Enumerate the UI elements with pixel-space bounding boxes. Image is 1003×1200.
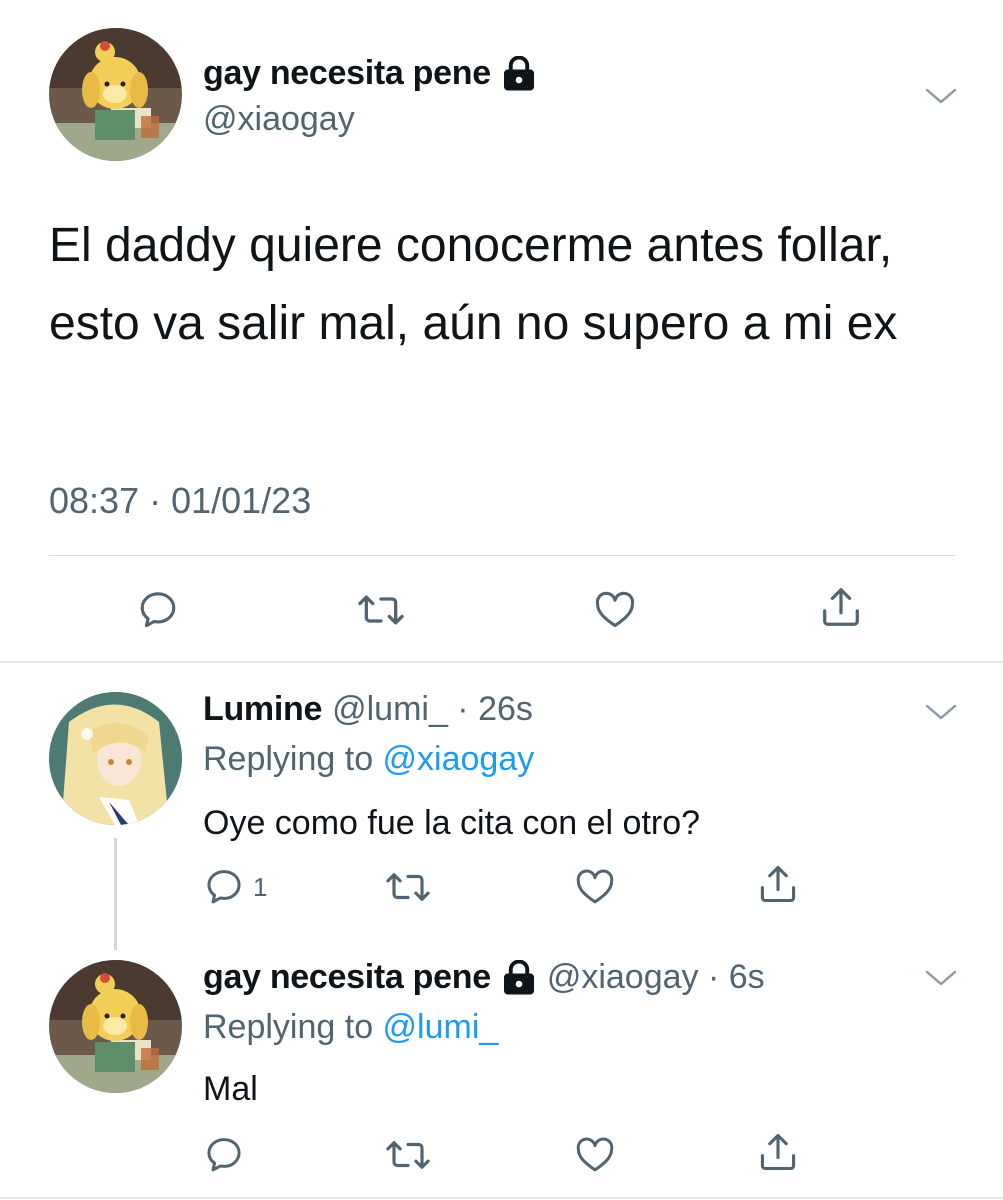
reply-icon — [140, 592, 176, 628]
retweet-icon — [358, 595, 404, 625]
replying-prefix: Replying to — [203, 740, 383, 778]
avatar[interactable] — [49, 28, 182, 161]
like-button[interactable] — [574, 1134, 616, 1176]
retweet-button[interactable] — [385, 866, 431, 908]
tweet-text: El daddy quiere conocerme antes follar, … — [49, 219, 898, 350]
display-name[interactable]: gay necesita pene — [203, 958, 491, 997]
reply-count: 1 — [253, 871, 268, 902]
handle-and-time[interactable]: @xiaogay · 6s — [547, 958, 765, 997]
replying-to-mention[interactable]: @xiaogay — [383, 740, 535, 778]
chevron-down-icon[interactable] — [924, 86, 958, 106]
replying-prefix: Replying to — [203, 1008, 383, 1046]
display-name[interactable]: Lumine — [203, 690, 322, 729]
tweet-timestamp[interactable]: 08:37 · 01/01/23 — [49, 480, 311, 522]
avatar[interactable] — [49, 960, 182, 1093]
handle-and-time[interactable]: @lumi_ · 26s — [332, 690, 533, 729]
divider — [0, 661, 1003, 663]
lock-icon — [503, 959, 534, 994]
isabelle-avatar-image — [49, 28, 182, 161]
retweet-button[interactable] — [385, 1134, 431, 1176]
user-handle[interactable]: @xiaogay — [203, 100, 355, 139]
display-name-text: gay necesita pene — [203, 54, 491, 92]
chevron-down-icon[interactable] — [924, 968, 958, 988]
tweet-text: Mal — [203, 1070, 258, 1108]
retweet-icon — [386, 873, 430, 901]
replying-to: Replying to @xiaogay — [203, 740, 534, 779]
reply-header: Lumine @lumi_ · 26s — [203, 690, 533, 729]
replying-to: Replying to @lumi_ — [203, 1008, 498, 1047]
lock-icon — [503, 55, 534, 90]
reply-icon — [207, 870, 241, 904]
heart-icon — [576, 869, 614, 904]
tweet-text: Oye como fue la cita con el otro? — [203, 804, 701, 842]
replying-to-mention[interactable]: @lumi_ — [383, 1008, 499, 1046]
heart-icon — [576, 1137, 614, 1172]
share-icon — [760, 865, 796, 903]
tweet-thread-page: gay necesita pene @xiaogay El daddy quie… — [0, 0, 1003, 1200]
share-icon — [760, 1133, 796, 1171]
lumine-avatar-image — [49, 692, 182, 825]
retweet-icon — [386, 1141, 430, 1169]
share-button[interactable] — [756, 1130, 800, 1174]
reply-button[interactable]: 1 — [203, 866, 267, 908]
share-button[interactable] — [818, 584, 864, 630]
avatar[interactable] — [49, 692, 182, 825]
heart-icon — [595, 591, 635, 628]
divider — [0, 1197, 1003, 1199]
display-name[interactable]: gay necesita pene — [203, 54, 537, 93]
reply-header: gay necesita pene @xiaogay · 6s — [203, 958, 765, 997]
share-icon — [823, 588, 859, 626]
thread-connector — [114, 838, 117, 950]
retweet-button[interactable] — [357, 588, 405, 632]
reply-button[interactable] — [203, 1134, 253, 1176]
divider — [49, 555, 955, 556]
main-tweet: gay necesita pene @xiaogay El daddy quie… — [0, 0, 1003, 663]
reply-button[interactable] — [136, 588, 180, 632]
like-button[interactable] — [574, 866, 616, 908]
share-button[interactable] — [756, 862, 800, 906]
reply-icon — [207, 1138, 241, 1172]
isabelle-avatar-image — [49, 960, 182, 1093]
like-button[interactable] — [592, 588, 638, 632]
chevron-down-icon[interactable] — [924, 702, 958, 722]
